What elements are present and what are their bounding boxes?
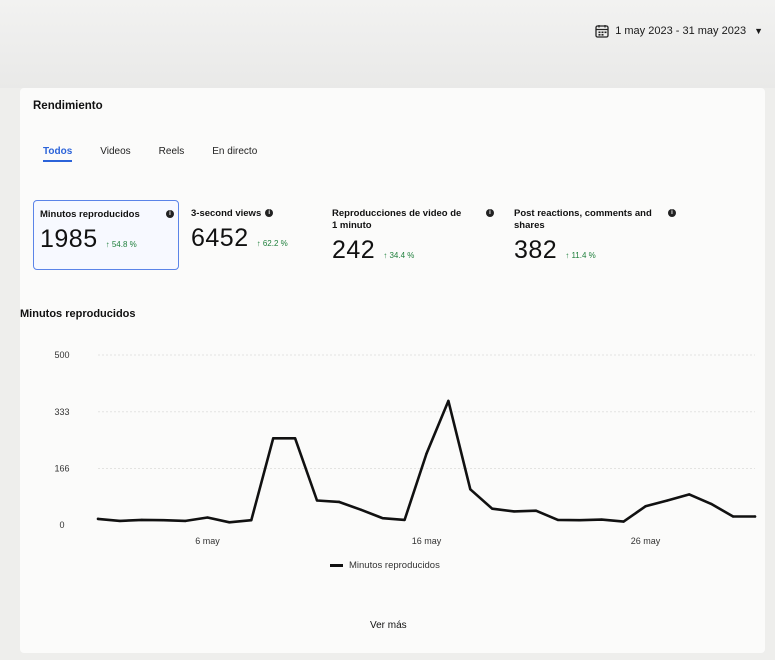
performance-card: Rendimiento Todos Videos Reels En direct… xyxy=(20,88,765,653)
data-point xyxy=(512,510,516,513)
top-bar: 1 may 2023 - 31 may 2023 ▼ xyxy=(0,0,775,88)
chevron-down-icon: ▼ xyxy=(754,26,763,36)
data-point xyxy=(381,517,384,520)
y-tick-label: 0 xyxy=(59,520,64,530)
y-tick-label: 166 xyxy=(54,464,69,474)
legend-label: Minutos reproducidos xyxy=(349,560,440,571)
x-tick-label: 16 may xyxy=(412,536,442,546)
data-point xyxy=(447,399,450,403)
date-range-picker[interactable]: 1 may 2023 - 31 may 2023 ▼ xyxy=(595,24,763,38)
data-point xyxy=(118,519,122,523)
data-point xyxy=(753,515,757,518)
data-point xyxy=(710,502,713,506)
data-point xyxy=(600,518,603,521)
data-point xyxy=(272,437,275,440)
data-point xyxy=(731,515,735,518)
data-point xyxy=(556,518,560,522)
data-point xyxy=(469,488,472,491)
data-point xyxy=(534,509,538,512)
data-point xyxy=(206,516,209,519)
x-tick-label: 6 may xyxy=(195,536,220,546)
data-point xyxy=(688,493,691,496)
y-tick-label: 500 xyxy=(54,350,69,360)
line-chart: 500 333 166 0 6 may 16 may 26 may xyxy=(54,350,757,546)
data-point xyxy=(425,452,428,455)
data-point xyxy=(140,518,143,522)
series-line xyxy=(96,399,757,524)
data-point xyxy=(622,520,625,523)
data-point xyxy=(666,499,669,502)
x-tick-label: 26 may xyxy=(631,536,661,546)
y-tick-label: 333 xyxy=(54,407,69,417)
data-point xyxy=(403,518,406,522)
data-point xyxy=(184,519,187,523)
data-point xyxy=(491,507,494,510)
data-point xyxy=(578,519,581,522)
legend-swatch xyxy=(330,564,343,567)
date-range-label: 1 may 2023 - 31 may 2023 xyxy=(615,25,747,37)
data-point xyxy=(96,517,100,521)
data-point xyxy=(337,500,341,504)
data-point xyxy=(162,519,165,522)
data-point xyxy=(293,437,297,440)
data-point xyxy=(315,499,319,502)
chart-legend: Minutos reproducidos xyxy=(330,560,440,571)
see-more-link[interactable]: Ver más xyxy=(370,620,407,631)
data-point xyxy=(359,508,362,511)
calendar-icon xyxy=(595,25,609,38)
data-point xyxy=(228,521,231,524)
data-point xyxy=(250,519,253,522)
data-point xyxy=(644,505,647,508)
